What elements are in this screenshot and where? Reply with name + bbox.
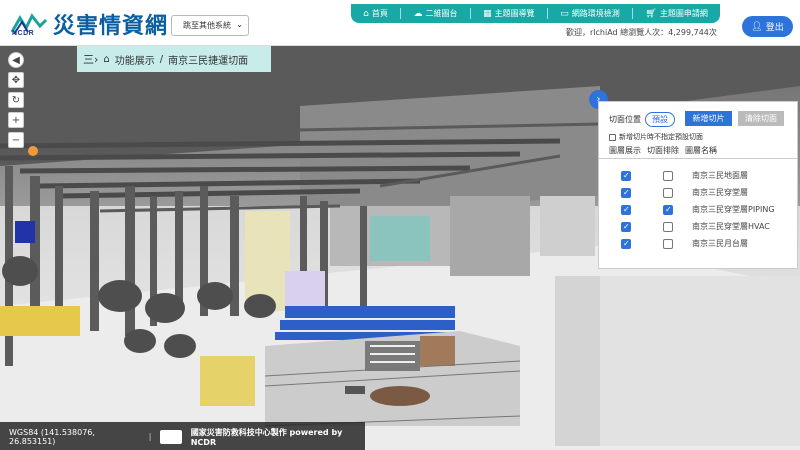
- nav-label: 網路環境檢測: [571, 9, 620, 18]
- nav-label: 主題圖導覽: [494, 9, 535, 18]
- ncdr-small-logo: [160, 429, 182, 444]
- cart-icon: 🛒︎: [645, 8, 657, 19]
- cut-position-row: 切面位置 預設: [609, 112, 675, 127]
- system-select-value: 跳至其他系統: [183, 21, 231, 30]
- header: NCDR 災害情資網 跳至其他系統 ⌄ ⌂ 首頁 ☁ 二維圖台 ▦ 主題圖導覽 …: [0, 0, 800, 45]
- layer-name: 南京三民地面層: [692, 171, 748, 180]
- home-icon: ⌂: [363, 8, 369, 19]
- cloud-icon: ☁: [413, 8, 423, 19]
- layer-row: 南京三民月台層: [599, 236, 797, 253]
- visitor-count: 總瀏覽人次：4,299,744次: [620, 28, 717, 37]
- layer-row: 南京三民穿堂層HVAC: [599, 219, 797, 236]
- user-icon: 👤︎: [751, 21, 763, 32]
- grid-icon: ▦: [483, 8, 492, 19]
- menu-toggle-icon[interactable]: 三›: [83, 51, 98, 67]
- exclude-checkbox[interactable]: [663, 222, 673, 232]
- layer-name: 南京三民穿堂層: [692, 188, 748, 197]
- status-bar: WGS84 (141.538076, 26.853151) | 國家災害防救科技…: [0, 422, 365, 450]
- layer-row: 南京三民地面層: [599, 168, 797, 185]
- tab-layer-name[interactable]: 圖層名稱: [685, 145, 717, 156]
- status-separator: |: [148, 432, 152, 441]
- add-slice-button[interactable]: 新增切片: [685, 111, 732, 126]
- pan-icon[interactable]: ✥: [8, 72, 24, 88]
- compass-icon[interactable]: ◀: [8, 52, 24, 68]
- zoom-in-icon[interactable]: +: [8, 112, 24, 128]
- section-cut-panel: 切面位置 預設 新增切片 清除切面 新增切片時不指定預設切面 圖層展示 切面排除…: [598, 101, 798, 269]
- exclude-checkbox[interactable]: [663, 171, 673, 181]
- site-title[interactable]: 災害情資網: [53, 8, 168, 40]
- home-icon[interactable]: ⌂: [103, 54, 109, 65]
- exclude-checkbox[interactable]: [663, 205, 673, 215]
- breadcrumb-separator: /: [159, 53, 164, 65]
- no-preset-checkbox[interactable]: [609, 133, 616, 141]
- view-toolbar: ◀ ✥ ↻ + −: [8, 52, 26, 148]
- breadcrumb: 三› ⌂ 功能展示 / 南京三民捷運切面: [77, 46, 271, 72]
- logout-button[interactable]: 👤︎ 登出: [742, 16, 793, 37]
- no-preset-label: 新增切片時不指定預設切面: [619, 133, 703, 141]
- top-nav: ⌂ 首頁 ☁ 二維圖台 ▦ 主題圖導覽 ▭ 網路環境檢測 🛒︎ 主題圖申請網: [351, 4, 720, 23]
- preset-button[interactable]: 預設: [645, 112, 675, 127]
- show-checkbox[interactable]: [621, 222, 631, 232]
- no-preset-option[interactable]: 新增切片時不指定預設切面: [609, 132, 703, 142]
- clear-cut-button[interactable]: 清除切面: [738, 111, 784, 126]
- system-select[interactable]: 跳至其他系統 ⌄: [171, 15, 249, 36]
- divider: [632, 8, 634, 19]
- tab-cut-exclude[interactable]: 切面排除: [647, 145, 679, 156]
- zoom-out-icon[interactable]: −: [8, 132, 24, 148]
- coordinate-readout: WGS84 (141.538076, 26.853151): [9, 427, 95, 446]
- nav-label: 首頁: [371, 9, 388, 18]
- exclude-checkbox[interactable]: [663, 239, 673, 249]
- nav-network-check[interactable]: ▭ 網路環境檢測: [560, 8, 620, 19]
- divider: [599, 158, 797, 159]
- show-checkbox[interactable]: [621, 205, 631, 215]
- chevron-down-icon: ⌄: [236, 20, 243, 29]
- breadcrumb-current: 南京三民捷運切面: [168, 55, 249, 67]
- breadcrumb-section[interactable]: 功能展示: [115, 52, 155, 67]
- show-checkbox[interactable]: [621, 171, 631, 181]
- nav-home[interactable]: ⌂ 首頁: [363, 8, 388, 19]
- logo-text: NCDR: [12, 30, 35, 37]
- monitor-icon: ▭: [560, 8, 569, 19]
- divider: [400, 8, 402, 19]
- layer-row: 南京三民穿堂層PIPING: [599, 202, 797, 219]
- layer-list: 南京三民地面層 南京三民穿堂層 南京三民穿堂層PIPING 南京三民穿堂層HVA…: [599, 168, 797, 253]
- layer-headers: 圖層展示 切面排除 圖層名稱: [609, 145, 717, 156]
- show-checkbox[interactable]: [621, 239, 631, 249]
- cut-position-label: 切面位置: [609, 115, 641, 124]
- tab-layer-display[interactable]: 圖層展示: [609, 145, 641, 156]
- nav-label: 主題圖申請網: [659, 9, 708, 18]
- exclude-checkbox[interactable]: [663, 188, 673, 198]
- show-checkbox[interactable]: [621, 188, 631, 198]
- nav-theme-apply[interactable]: 🛒︎ 主題圖申請網: [645, 8, 707, 19]
- logout-label: 登出: [765, 23, 784, 33]
- layer-name: 南京三民穿堂層PIPING: [692, 205, 775, 214]
- 3d-viewport[interactable]: 三› ⌂ 功能展示 / 南京三民捷運切面 ◀ ✥ ↻ + − › 切面位置 預設…: [0, 45, 800, 450]
- credit-text: 國家災害防救科技中心製作 powered by NCDR: [190, 427, 343, 447]
- nav-label: 二維圖台: [425, 9, 458, 18]
- rotate-icon[interactable]: ↻: [8, 92, 24, 108]
- divider: [469, 8, 471, 19]
- nav-2d-map[interactable]: ☁ 二維圖台: [414, 8, 458, 19]
- user-greeting: 歡迎，rlchiAd: [566, 28, 618, 37]
- nav-theme-guide[interactable]: ▦ 主題圖導覽: [483, 8, 535, 19]
- layer-name: 南京三民月台層: [692, 239, 748, 248]
- layer-name: 南京三民穿堂層HVAC: [692, 222, 770, 231]
- layer-row: 南京三民穿堂層: [599, 185, 797, 202]
- divider: [546, 8, 548, 19]
- user-info: 歡迎，rlchiAd 總瀏覽人次：4,299,744次: [566, 27, 717, 38]
